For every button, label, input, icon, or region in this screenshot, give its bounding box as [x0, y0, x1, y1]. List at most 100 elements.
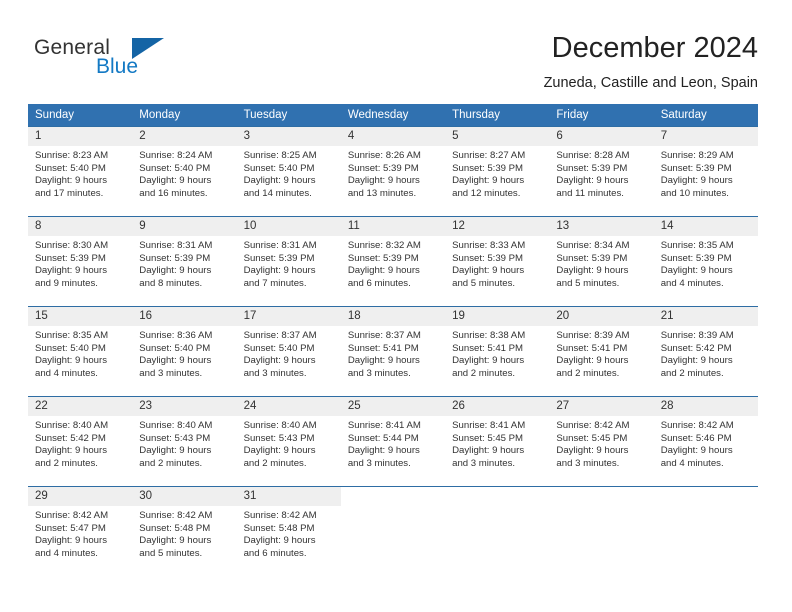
day-number: 4	[340, 127, 446, 146]
sunset-text: Sunset: 5:40 PM	[139, 342, 211, 354]
day-number: 24	[236, 397, 341, 416]
daylight-text-line2: and 2 minutes.	[35, 457, 98, 469]
sunset-text: Sunset: 5:39 PM	[243, 252, 315, 264]
sunset-text: Sunset: 5:39 PM	[556, 162, 628, 174]
sunset-text: Sunset: 5:43 PM	[243, 432, 315, 444]
day-cell-empty	[653, 486, 758, 576]
day-number: 29	[28, 487, 133, 506]
daylight-text-line1: Daylight: 9 hours	[139, 175, 212, 187]
daylight-text-line2: and 2 minutes.	[139, 457, 203, 469]
daylight-text-line2: and 3 minutes.	[243, 367, 307, 379]
daylight-text-line2: and 4 minutes.	[35, 547, 98, 559]
daylight-text-line1: Daylight: 9 hours	[660, 175, 733, 187]
calendar-page: General Blue December 2024 Zuneda, Casti…	[0, 0, 792, 612]
sunrise-text: Sunrise: 8:34 AM	[556, 240, 630, 251]
daylight-text-line2: and 3 minutes.	[347, 367, 411, 379]
general-blue-logo[interactable]: General Blue	[34, 36, 254, 82]
daylight-text-line2: and 2 minutes.	[556, 367, 620, 379]
day-cell[interactable]: 9 Sunrise: 8:31 AM Sunset: 5:39 PM Daylight…	[132, 216, 237, 307]
day-info: Sunrise: 8:39 AM Sunset: 5:41 PM Daylight:…	[549, 326, 653, 380]
day-cell[interactable]: 10 Sunrise: 8:31 AM Sunset: 5:39 PM Dayligh…	[236, 216, 341, 307]
daylight-text-line1: Daylight: 9 hours	[347, 175, 420, 187]
sunset-text: Sunset: 5:40 PM	[243, 342, 315, 354]
day-info: Sunrise: 8:40 AM Sunset: 5:43 PM Daylight:…	[237, 416, 341, 470]
weekday-header-monday: Monday	[132, 104, 237, 127]
sunset-text: Sunset: 5:41 PM	[452, 342, 524, 354]
sunrise-text: Sunrise: 8:37 AM	[243, 330, 317, 341]
sunset-text: Sunset: 5:39 PM	[347, 162, 419, 174]
day-number: 2	[132, 127, 237, 146]
sunset-text: Sunset: 5:43 PM	[139, 432, 211, 444]
day-cell[interactable]: 12 Sunrise: 8:33 AM Sunset: 5:39 PM Dayligh…	[445, 216, 550, 307]
day-cell[interactable]: 5 Sunrise: 8:27 AM Sunset: 5:39 PM Daylight…	[445, 126, 550, 217]
day-info: Sunrise: 8:37 AM Sunset: 5:40 PM Daylight:…	[237, 326, 341, 380]
day-cell[interactable]: 23 Sunrise: 8:40 AM Sunset: 5:43 PM Dayligh…	[132, 396, 237, 487]
day-info: Sunrise: 8:42 AM Sunset: 5:45 PM Daylight:…	[549, 416, 653, 470]
daylight-text-line1: Daylight: 9 hours	[452, 355, 525, 367]
daylight-text-line1: Daylight: 9 hours	[243, 265, 316, 277]
day-cell[interactable]: 31 Sunrise: 8:42 AM Sunset: 5:48 PM Dayligh…	[236, 486, 341, 576]
daylight-text-line1: Daylight: 9 hours	[139, 265, 212, 277]
day-cell[interactable]: 30 Sunrise: 8:42 AM Sunset: 5:48 PM Dayligh…	[132, 486, 237, 576]
day-cell[interactable]: 29 Sunrise: 8:42 AM Sunset: 5:47 PM Dayligh…	[28, 486, 133, 576]
day-cell[interactable]: 1 Sunrise: 8:23 AM Sunset: 5:40 PM Daylight…	[28, 126, 133, 217]
day-cell[interactable]: 2 Sunrise: 8:24 AM Sunset: 5:40 PM Daylight…	[132, 126, 237, 217]
sunrise-text: Sunrise: 8:40 AM	[243, 420, 317, 431]
day-cell[interactable]: 17 Sunrise: 8:37 AM Sunset: 5:40 PM Dayligh…	[236, 306, 341, 397]
day-cell[interactable]: 6 Sunrise: 8:28 AM Sunset: 5:39 PM Daylight…	[549, 126, 654, 217]
day-cell[interactable]: 3 Sunrise: 8:25 AM Sunset: 5:40 PM Daylight…	[236, 126, 341, 217]
day-info: Sunrise: 8:31 AM Sunset: 5:39 PM Daylight:…	[237, 236, 341, 290]
sunset-text: Sunset: 5:39 PM	[347, 252, 419, 264]
page-header: General Blue December 2024 Zuneda, Casti…	[0, 0, 792, 100]
day-cell[interactable]: 26 Sunrise: 8:41 AM Sunset: 5:45 PM Dayligh…	[445, 396, 550, 487]
day-cell[interactable]: 15 Sunrise: 8:35 AM Sunset: 5:40 PM Dayligh…	[28, 306, 133, 397]
day-cell[interactable]: 18 Sunrise: 8:37 AM Sunset: 5:41 PM Dayligh…	[340, 306, 446, 397]
daylight-text-line1: Daylight: 9 hours	[452, 175, 525, 187]
day-info: Sunrise: 8:38 AM Sunset: 5:41 PM Daylight:…	[445, 326, 549, 380]
daylight-text-line1: Daylight: 9 hours	[660, 265, 733, 277]
sunset-text: Sunset: 5:39 PM	[452, 162, 524, 174]
sunrise-sunset-calendar-table: Sunday Monday Tuesday Wednesday Thursday…	[28, 104, 758, 576]
sunrise-text: Sunrise: 8:24 AM	[139, 150, 213, 161]
daylight-text-line1: Daylight: 9 hours	[347, 265, 420, 277]
day-number: 6	[549, 127, 654, 146]
day-cell[interactable]: 4 Sunrise: 8:26 AM Sunset: 5:39 PM Daylight…	[340, 126, 446, 217]
day-cell[interactable]: 20 Sunrise: 8:39 AM Sunset: 5:41 PM Dayligh…	[549, 306, 654, 397]
day-cell[interactable]: 19 Sunrise: 8:38 AM Sunset: 5:41 PM Dayligh…	[445, 306, 550, 397]
day-cell[interactable]: 21 Sunrise: 8:39 AM Sunset: 5:42 PM Dayligh…	[653, 306, 758, 397]
day-cell[interactable]: 24 Sunrise: 8:40 AM Sunset: 5:43 PM Dayligh…	[236, 396, 341, 487]
daylight-text-line2: and 4 minutes.	[35, 367, 98, 379]
day-cell[interactable]: 8 Sunrise: 8:30 AM Sunset: 5:39 PM Daylight…	[28, 216, 133, 307]
day-cell[interactable]: 14 Sunrise: 8:35 AM Sunset: 5:39 PM Dayligh…	[653, 216, 758, 307]
day-cell[interactable]: 27 Sunrise: 8:42 AM Sunset: 5:45 PM Dayligh…	[549, 396, 654, 487]
sunset-text: Sunset: 5:42 PM	[35, 432, 106, 444]
day-info: Sunrise: 8:35 AM Sunset: 5:40 PM Daylight:…	[28, 326, 132, 380]
daylight-text-line2: and 11 minutes.	[556, 187, 624, 199]
daylight-text-line2: and 3 minutes.	[452, 457, 516, 469]
sunset-text: Sunset: 5:45 PM	[556, 432, 628, 444]
day-info: Sunrise: 8:41 AM Sunset: 5:45 PM Daylight:…	[445, 416, 549, 470]
sunrise-text: Sunrise: 8:42 AM	[35, 510, 109, 521]
day-cell[interactable]: 13 Sunrise: 8:34 AM Sunset: 5:39 PM Dayligh…	[549, 216, 654, 307]
day-number: 7	[653, 127, 758, 146]
day-cell[interactable]: 11 Sunrise: 8:32 AM Sunset: 5:39 PM Dayligh…	[340, 216, 446, 307]
day-info: Sunrise: 8:28 AM Sunset: 5:39 PM Daylight:…	[549, 146, 653, 200]
day-cell[interactable]: 22 Sunrise: 8:40 AM Sunset: 5:42 PM Dayligh…	[28, 396, 133, 487]
day-number: 27	[549, 397, 654, 416]
day-cell[interactable]: 28 Sunrise: 8:42 AM Sunset: 5:46 PM Dayligh…	[653, 396, 758, 487]
daylight-text-line2: and 4 minutes.	[660, 277, 724, 289]
daylight-text-line1: Daylight: 9 hours	[35, 355, 107, 367]
day-cell[interactable]: 25 Sunrise: 8:41 AM Sunset: 5:44 PM Dayligh…	[340, 396, 446, 487]
sunset-text: Sunset: 5:39 PM	[556, 252, 628, 264]
sunrise-text: Sunrise: 8:39 AM	[660, 330, 734, 341]
day-info: Sunrise: 8:42 AM Sunset: 5:48 PM Daylight:…	[132, 506, 236, 560]
day-cell[interactable]: 16 Sunrise: 8:36 AM Sunset: 5:40 PM Dayligh…	[132, 306, 237, 397]
daylight-text-line1: Daylight: 9 hours	[556, 445, 629, 457]
daylight-text-line1: Daylight: 9 hours	[556, 175, 629, 187]
day-cell[interactable]: 7 Sunrise: 8:29 AM Sunset: 5:39 PM Daylight…	[653, 126, 758, 217]
sunrise-text: Sunrise: 8:31 AM	[139, 240, 213, 251]
day-number: 25	[340, 397, 446, 416]
sunrise-text: Sunrise: 8:33 AM	[452, 240, 526, 251]
sunrise-text: Sunrise: 8:27 AM	[452, 150, 526, 161]
sunset-text: Sunset: 5:41 PM	[556, 342, 628, 354]
